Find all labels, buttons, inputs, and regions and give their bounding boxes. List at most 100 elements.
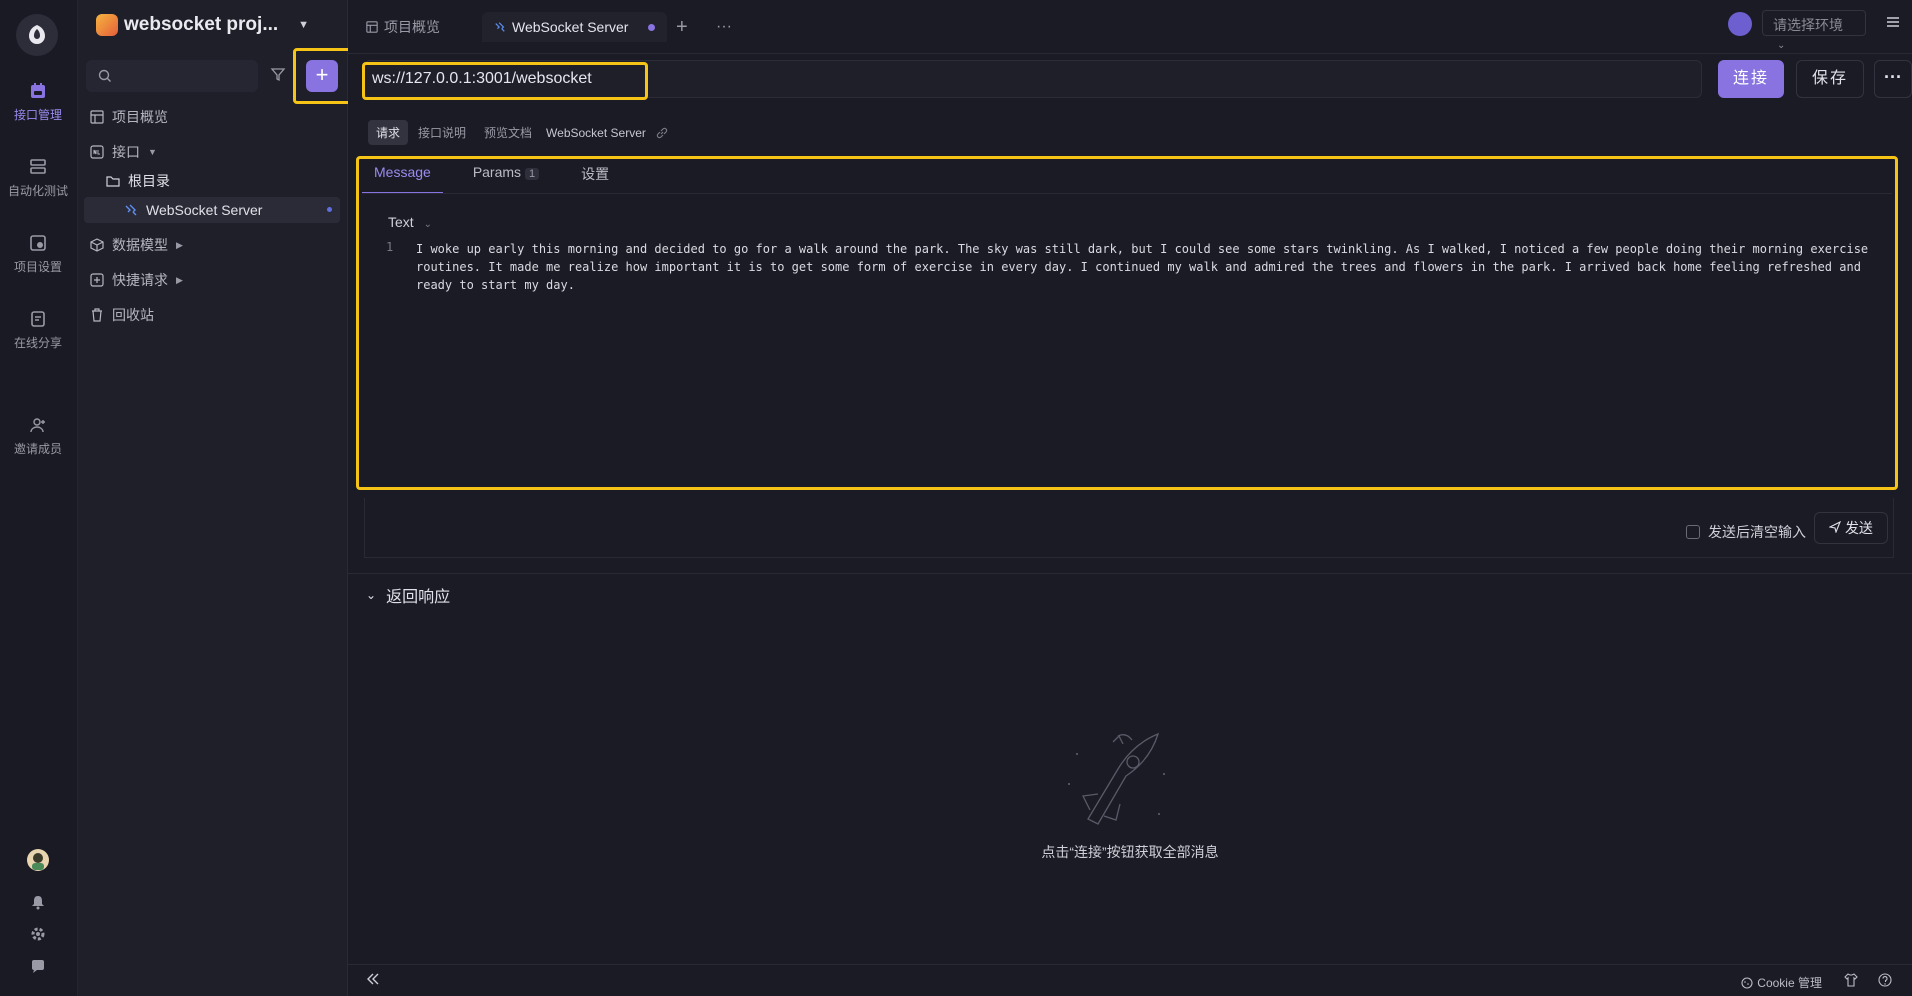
app-window: 接口管理 自动化测试 项目设置 在线分享 邀请成员 websocket proj… [0,0,1912,996]
caret-right-icon: ▶ [176,274,183,285]
api-icon [90,145,104,159]
rail-label: 自动化测试 [7,184,68,198]
env-placeholder: 请选择环境 [1773,17,1843,33]
unsaved-dot [648,23,656,31]
env-select[interactable]: 请选择环境 ⌄ [1762,10,1866,51]
quick-icon [90,273,104,287]
highlight-box [293,48,353,104]
trash-icon [92,308,102,322]
rail-label: 接口管理 [13,108,62,122]
feedback-icon[interactable] [0,958,76,974]
tree-label: 回收站 [112,307,154,323]
project-switcher[interactable]: websocket proj... ▼ [96,14,309,36]
websocket-icon [495,22,505,32]
tab-bar: 项目概览 WebSocket Server + ··· 请选择环境 ⌄ [348,0,1912,54]
collapse-sidebar-icon[interactable] [366,973,380,988]
checkbox-label: 发送后清空输入 [1708,524,1806,540]
bell-icon[interactable] [0,894,76,910]
rocket-illustration [1058,724,1178,837]
nav-rail: 接口管理 自动化测试 项目设置 在线分享 邀请成员 [0,0,78,996]
tree-label: 接口 [112,144,140,160]
layout-icon [90,110,104,124]
cookie-label: Cookie 管理 [1757,976,1822,990]
divider [348,573,1912,574]
tree-item-overview[interactable]: 项目概览 [90,104,168,130]
tree-label: 快捷请求 [112,272,168,288]
tab-more-button[interactable]: ··· [716,12,732,42]
rail-label: 在线分享 [13,336,62,350]
tree-item-quick-requests[interactable]: 快捷请求 ▶ [90,267,183,293]
response-header[interactable]: ⌄ 返回响应 [366,583,450,607]
project-icon [96,14,118,36]
search-icon [98,69,111,82]
subtab-doc[interactable]: 接口说明 [410,120,474,145]
status-bar: Cookie 管理 [348,964,1912,996]
user-avatar[interactable] [0,848,76,872]
tree-label: 根目录 [128,173,170,189]
tree-item-api[interactable]: 接口 ▼ [90,139,157,165]
save-button[interactable]: 保存 [1796,60,1864,98]
highlight-box [362,62,648,100]
stack-icon [30,159,46,174]
send-icon [1828,520,1842,534]
env-sync-icon[interactable] [1728,12,1752,36]
tab-label: WebSocket Server [512,19,629,35]
highlight-box [356,156,1898,490]
cookie-icon [1741,976,1753,989]
main-panel: 项目概览 WebSocket Server + ··· 请选择环境 ⌄ ws:/… [348,0,1912,996]
add-user-icon [30,418,45,433]
subtab-request[interactable]: 请求 [368,120,409,145]
tree-item-root-dir[interactable]: 根目录 [106,168,170,194]
tab-websocket-server[interactable]: WebSocket Server [482,12,668,42]
connect-button[interactable]: 连接 [1718,60,1784,98]
filter-icon[interactable] [270,66,286,85]
tab-label: 项目概览 [384,19,440,35]
tree-item-websocket-server[interactable]: WebSocket Server [84,197,340,223]
chevron-down-icon: ⌄ [1777,40,1786,51]
rail-item-online-share[interactable]: 在线分享 [0,310,76,351]
send-label: 发送 [1844,520,1873,536]
more-button[interactable]: ··· [1874,60,1912,98]
request-title: WebSocket Server [546,125,646,140]
theme-icon[interactable] [1844,973,1858,990]
project-sidebar: websocket proj... ▼ + 项目概览 接口 ▼ 根目录 WebS… [78,0,353,996]
websocket-icon [125,204,137,216]
caret-down-icon: ▼ [298,19,310,31]
tree-item-recycle-bin[interactable]: 回收站 [90,302,154,328]
tree-label: WebSocket Server [146,202,263,218]
project-name: websocket proj... [124,14,279,35]
cookie-manager-button[interactable]: Cookie 管理 [1741,974,1822,991]
share-doc-icon [31,311,45,327]
chevron-down-icon: ⌄ [366,588,377,602]
hamburger-menu-icon[interactable] [1886,15,1900,31]
checkbox[interactable] [1686,525,1700,539]
rail-item-invite[interactable]: 邀请成员 [0,416,76,457]
empty-state-hint: 点击“连接”按钮获取全部消息 [1041,844,1219,860]
folder-icon [106,176,120,187]
subtab-preview[interactable]: 预览文档 [476,120,540,145]
rail-label: 项目设置 [13,260,62,274]
tree-item-data-models[interactable]: 数据模型 ▶ [90,232,183,258]
rail-item-automation[interactable]: 自动化测试 [0,158,76,199]
rail-item-project-settings[interactable]: 项目设置 [0,234,76,275]
send-button[interactable]: 发送 [1814,512,1888,544]
rail-item-api-management[interactable]: 接口管理 [0,82,76,123]
cube-icon [90,238,104,252]
caret-right-icon: ▶ [176,239,183,250]
clear-after-send-checkbox[interactable]: 发送后清空输入 [1686,522,1806,542]
gear-icon[interactable] [0,926,76,942]
tab-overview[interactable]: 项目概览 [366,12,440,42]
add-tab-button[interactable]: + [676,12,688,42]
request-subtabs: 请求 接口说明 预览文档 WebSocket Server [368,120,668,145]
rail-label: 邀请成员 [13,442,62,456]
calendar-icon [31,83,45,98]
layout-icon [366,21,378,33]
tree-label: 项目概览 [112,109,168,125]
caret-down-icon: ▼ [148,147,157,157]
link-icon[interactable] [656,127,668,139]
search-input[interactable] [86,60,258,92]
unsaved-dot [327,207,332,212]
app-logo[interactable] [16,14,58,56]
help-icon[interactable] [1878,973,1892,990]
tree-label: 数据模型 [112,237,168,253]
